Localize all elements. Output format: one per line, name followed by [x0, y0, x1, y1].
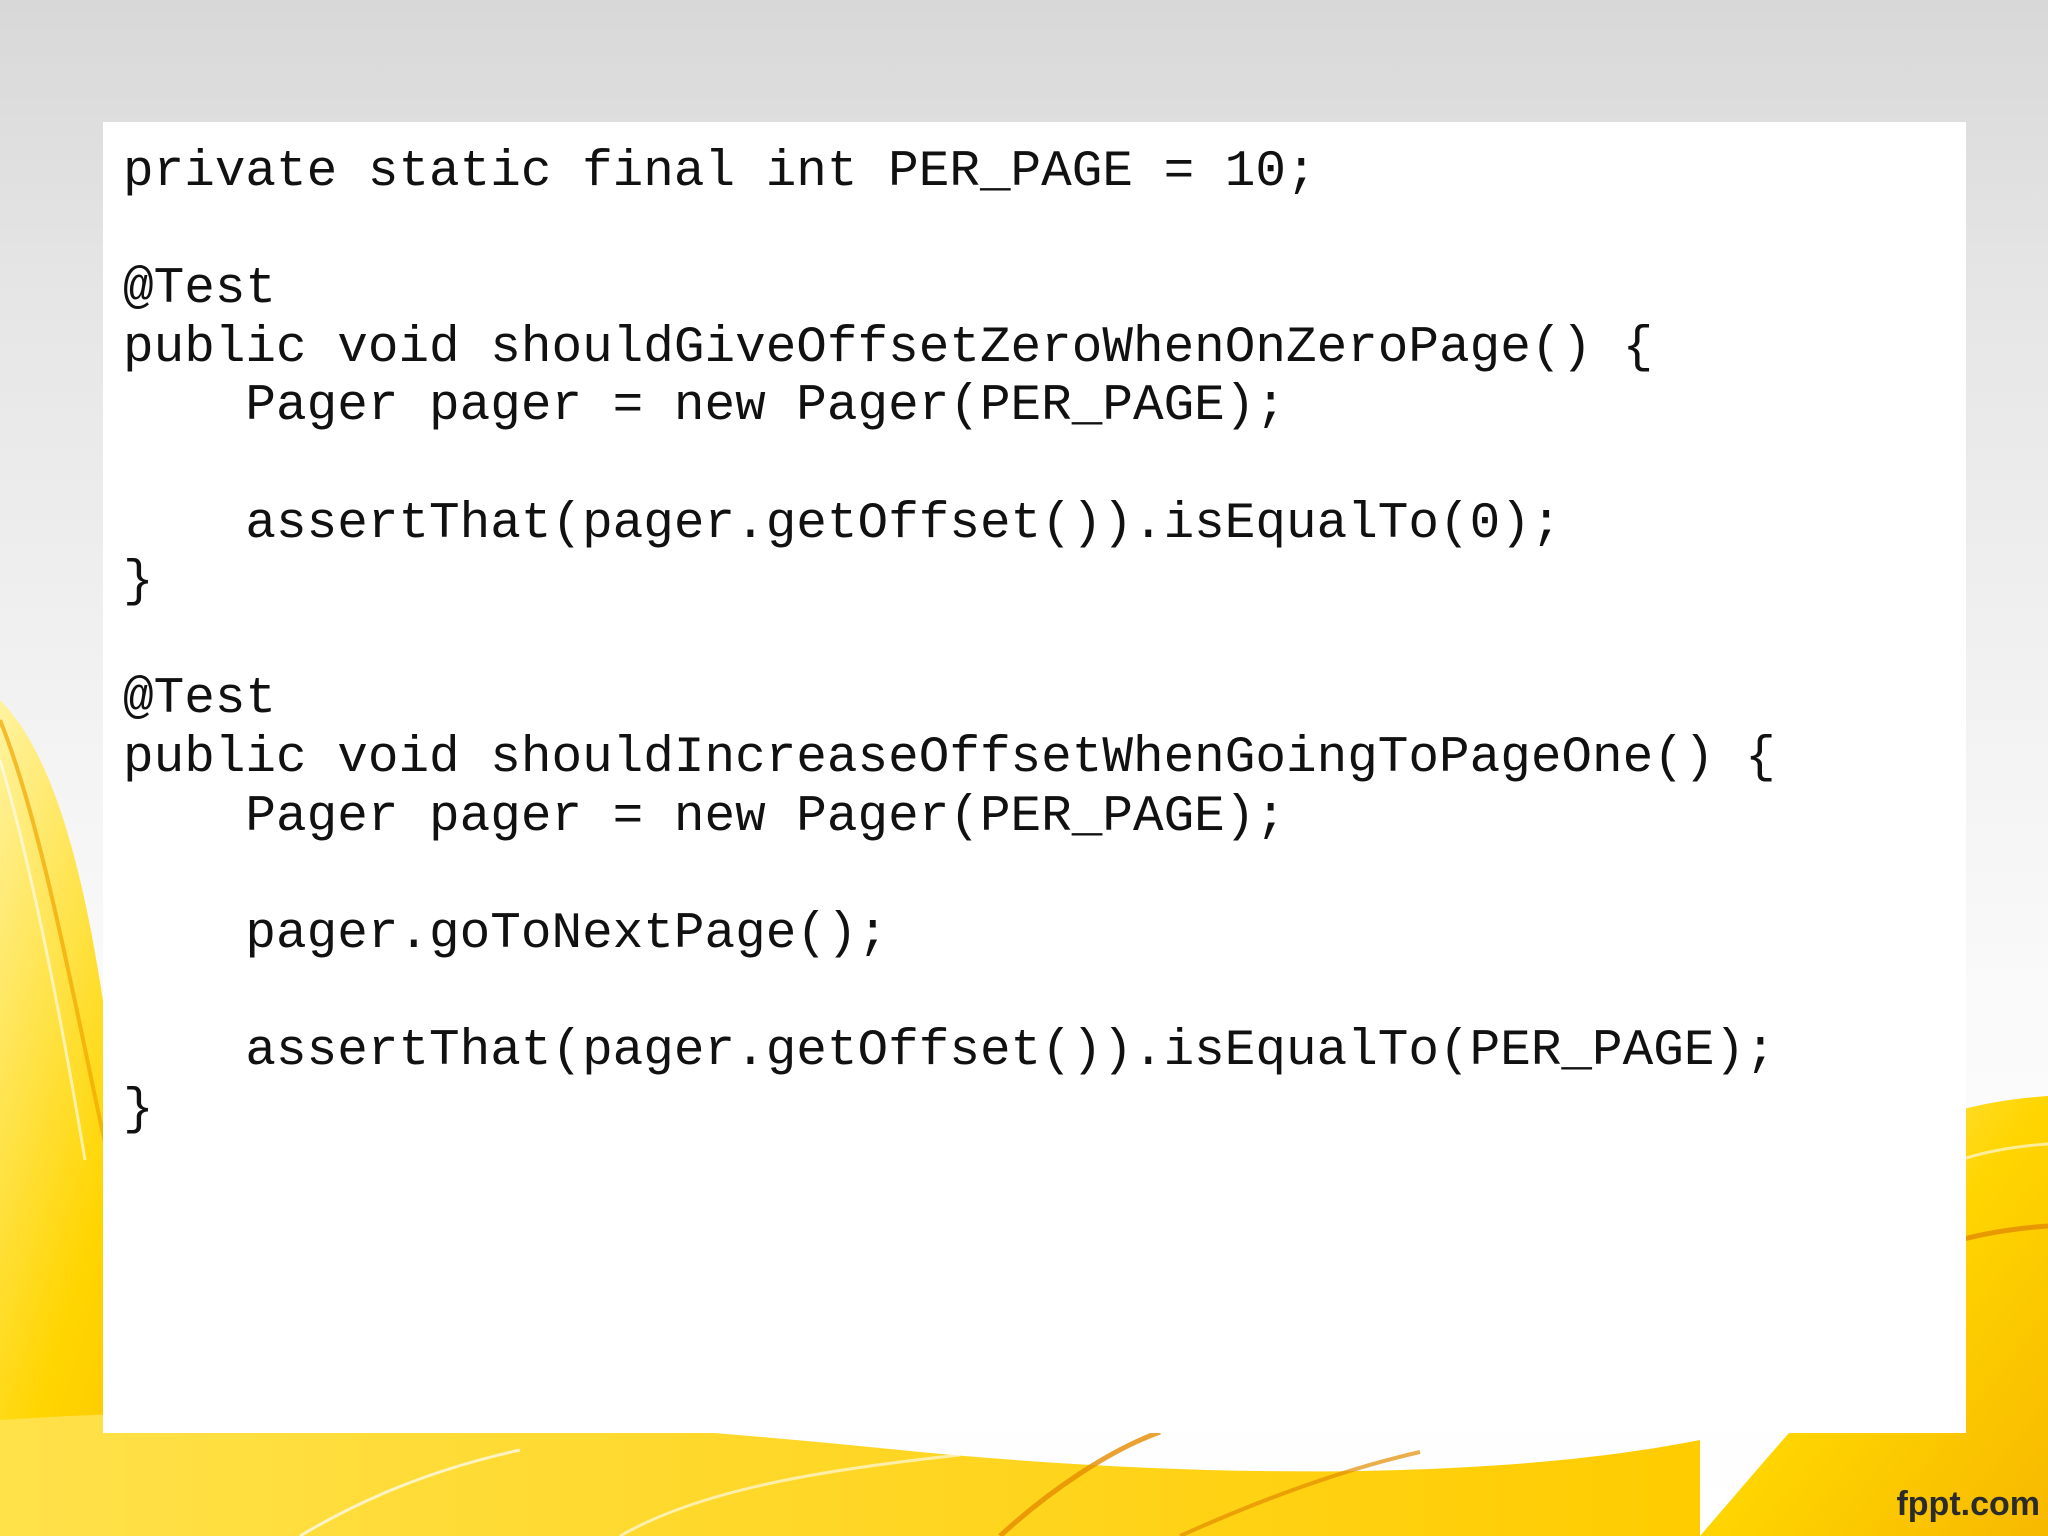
fppt-brand-watermark: fppt.com — [1896, 1485, 2040, 1523]
code-line: @Test — [123, 671, 277, 729]
code-line: assertThat(pager.getOffset()).isEqualTo(… — [123, 495, 1562, 553]
code-line: Pager pager = new Pager(PER_PAGE); — [123, 378, 1286, 436]
code-line: pager.goToNextPage(); — [123, 905, 889, 963]
code-line: private static final int PER_PAGE = 10; — [123, 144, 1317, 201]
code-block: private static final int PER_PAGE = 10; @… — [123, 144, 1776, 1140]
code-panel: private static final int PER_PAGE = 10; @… — [103, 122, 1966, 1433]
code-line: public void shouldGiveOffsetZeroWhenOnZe… — [123, 319, 1654, 377]
code-line: public void shouldIncreaseOffsetWhenGoin… — [123, 729, 1776, 787]
code-line: } — [123, 554, 154, 612]
code-line: Pager pager = new Pager(PER_PAGE); — [123, 788, 1286, 846]
code-line: assertThat(pager.getOffset()).isEqualTo(… — [123, 1022, 1776, 1080]
code-line: } — [123, 1081, 154, 1139]
code-line: @Test — [123, 261, 277, 319]
